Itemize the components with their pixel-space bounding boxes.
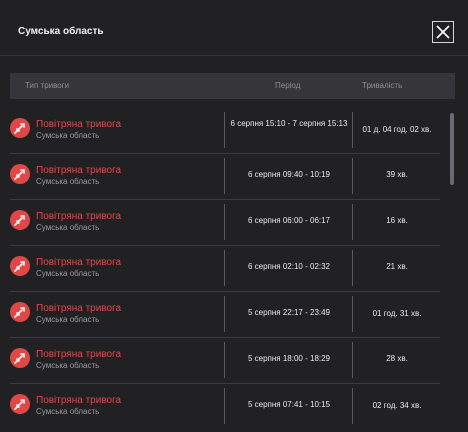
alert-type-label: Повітряна тривога [36, 165, 122, 176]
period-value: 5 серпня 07:41 - 10:15 [247, 400, 331, 409]
rocket-icon [10, 302, 30, 322]
rocket-icon [10, 348, 30, 368]
duration-value: 21 хв. [386, 262, 408, 271]
close-icon [436, 25, 450, 39]
column-divider [224, 158, 225, 194]
period-value: 6 серпня 09:40 - 10:19 [247, 170, 331, 179]
scrollbar-thumb[interactable] [450, 113, 454, 185]
duration-value: 28 хв. [386, 354, 408, 363]
column-header-type: Тип тривоги [25, 81, 70, 90]
region-label: Сумська область [36, 131, 100, 140]
table-header: Тип тривоги Період Тривалість [10, 73, 455, 99]
rocket-icon [10, 394, 30, 414]
column-divider [224, 204, 225, 240]
column-header-duration: Тривалість [362, 81, 403, 90]
rocket-icon [10, 210, 30, 230]
period-value: 5 серпня 18:00 - 18:29 [247, 354, 331, 363]
column-divider [224, 250, 225, 286]
duration-value: 01 д. 04 год. 02 хв. [362, 125, 432, 134]
modal-title: Сумська область [18, 26, 104, 37]
alert-type-label: Повітряна тривога [36, 395, 122, 406]
table-row[interactable]: Повітряна тривога Сумська область 6 серпня… [10, 246, 440, 292]
column-divider [224, 112, 225, 148]
modal-header: Сумська область [0, 0, 468, 56]
rocket-icon [10, 164, 30, 184]
alert-type-label: Повітряна тривога [36, 303, 122, 314]
region-label: Сумська область [36, 315, 100, 324]
table-row[interactable]: Повітряна тривога Сумська область 5 серпня… [10, 338, 440, 384]
alert-type-label: Повітряна тривога [36, 349, 122, 360]
alert-type-label: Повітряна тривога [36, 119, 122, 130]
alert-type-label: Повітряна тривога [36, 211, 122, 222]
period-value: 6 серпня 15:10 - 7 серпня 15:13 [230, 119, 348, 128]
region-label: Сумська область [36, 269, 100, 278]
duration-value: 39 хв. [386, 170, 408, 179]
close-button[interactable] [432, 21, 454, 43]
table-row[interactable]: Повітряна тривога Сумська область 6 серпня… [10, 108, 440, 154]
column-divider [224, 388, 225, 424]
table-row[interactable]: Повітряна тривога Сумська область 6 серпня… [10, 154, 440, 200]
table-row[interactable]: Повітряна тривога Сумська область 5 серпня… [10, 292, 440, 338]
table-row[interactable]: Повітряна тривога Сумська область 6 серпня… [10, 200, 440, 246]
alert-type-label: Повітряна тривога [36, 257, 122, 268]
region-label: Сумська область [36, 177, 100, 186]
period-value: 6 серпня 06:00 - 06:17 [247, 216, 331, 225]
alerts-list[interactable]: Повітряна тривога Сумська область 6 серпня… [10, 108, 440, 429]
column-divider [224, 342, 225, 378]
duration-value: 01 год. 31 хв. [372, 309, 422, 318]
rocket-icon [10, 118, 30, 138]
region-label: Сумська область [36, 407, 100, 416]
region-label: Сумська область [36, 223, 100, 232]
duration-value: 02 год. 34 хв. [372, 401, 422, 410]
alert-history-modal: Сумська область Тип тривоги Період Трива… [0, 0, 468, 432]
column-header-period: Період [275, 81, 301, 90]
column-divider [224, 296, 225, 332]
table-row[interactable]: Повітряна тривога Сумська область 5 серпня… [10, 384, 440, 429]
period-value: 6 серпня 02:10 - 02:32 [247, 262, 331, 271]
period-value: 5 серпня 22:17 - 23:49 [247, 308, 331, 317]
rocket-icon [10, 256, 30, 276]
duration-value: 16 хв. [386, 216, 408, 225]
region-label: Сумська область [36, 361, 100, 370]
